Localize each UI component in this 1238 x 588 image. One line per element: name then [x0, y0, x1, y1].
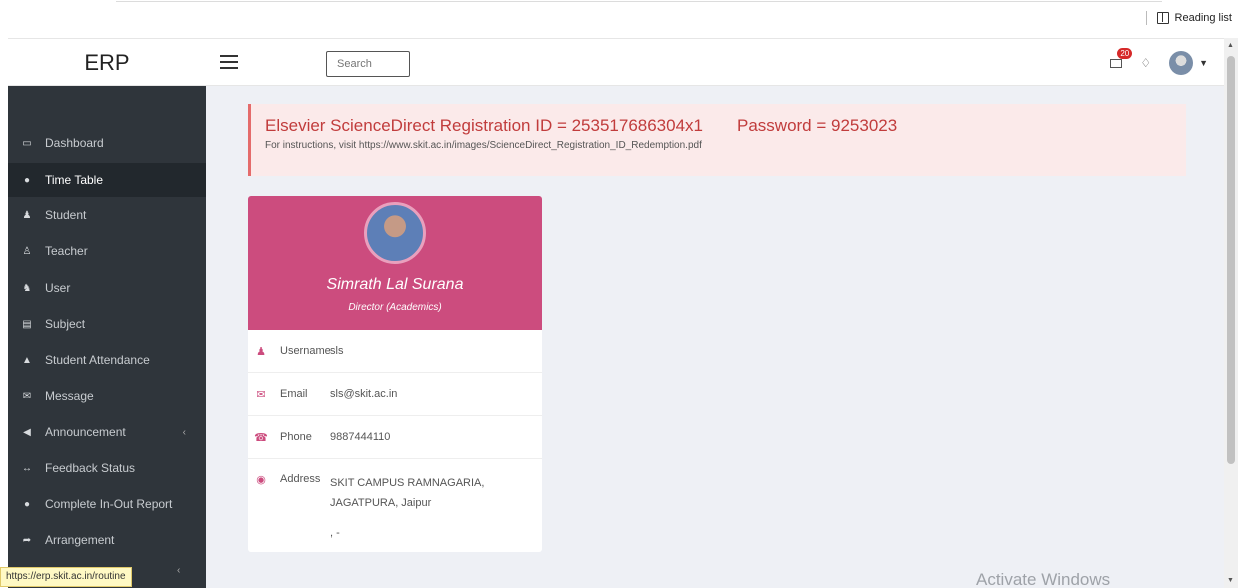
phone-label: Phone	[280, 431, 312, 443]
profile-avatar	[364, 202, 426, 264]
sidebar-item-label: Time Table	[45, 173, 104, 187]
sidebar-item-dashboard[interactable]: ▭ Dashboard	[8, 126, 206, 160]
sidebar-item-label: Student Attendance	[45, 353, 150, 367]
sidebar-item-label: Arrangement	[45, 533, 115, 547]
sidebar-item-complete-in-out-report[interactable]: ● Complete In-Out Report	[8, 487, 206, 521]
users-icon: ♞	[22, 282, 32, 294]
address-bar-edge	[116, 0, 1162, 2]
sidebar-item-feedback-status[interactable]: ↔ Feedback Status	[8, 451, 206, 485]
scroll-up-icon[interactable]: ▲	[1227, 42, 1234, 49]
sidebar-item-label: User	[45, 281, 71, 295]
phone-row: ☎ Phone 9887444110	[248, 416, 542, 459]
sidebar-item-label: Subject	[45, 317, 86, 331]
address-line-2: JAGATPURA, Jaipur	[330, 497, 432, 509]
user-icon: ♟	[22, 209, 32, 221]
address-line-1: SKIT CAMPUS RAMNAGARIA,	[330, 477, 485, 489]
reading-list-button[interactable]: Reading list	[1145, 11, 1232, 25]
sidebar-item-label: Complete In-Out Report	[45, 497, 173, 511]
sidebar-item-subject[interactable]: ▤ Subject	[8, 307, 206, 341]
top-navbar: ERP 20 ♢ ▼	[8, 38, 1224, 86]
profile-name: Simrath Lal Surana	[326, 276, 464, 293]
sitemap-icon: ▲	[22, 354, 32, 366]
scroll-thumb[interactable]	[1227, 56, 1235, 464]
reading-list-icon	[1156, 12, 1169, 24]
envelope-icon[interactable]: 20	[1110, 47, 1133, 68]
email-label: Email	[280, 388, 308, 400]
address-value: SKIT CAMPUS RAMNAGARIA, JAGATPURA, Jaipu…	[330, 473, 530, 543]
email-value: sls@skit.ac.in	[330, 388, 398, 400]
sidebar-item-label: Message	[45, 389, 94, 403]
sidebar: ▭ Dashboard ● Time Table ♟ Student ♙ Tea…	[8, 86, 206, 588]
address-row: ◉ Address SKIT CAMPUS RAMNAGARIA, JAGATP…	[248, 459, 542, 549]
sidebar-item-label: Feedback Status	[45, 461, 136, 475]
book-icon: ▤	[22, 318, 32, 330]
laptop-icon: ▭	[22, 137, 32, 149]
sidebar-item-user[interactable]: ♞ User	[8, 271, 206, 305]
sidebar-item-arrangement[interactable]: ➦ Arrangement	[8, 523, 206, 557]
bell-icon[interactable]: ♢	[1140, 56, 1151, 70]
address-label: Address	[280, 473, 321, 485]
email-row: ✉ Email sls@skit.ac.in	[248, 373, 542, 416]
phone-icon: ☎	[254, 431, 268, 444]
reading-list-label: Reading list	[1174, 12, 1232, 24]
navbar-right: 20 ♢ ▼	[1110, 39, 1208, 87]
phone-value: 9887444110	[330, 431, 391, 443]
search-input[interactable]	[326, 51, 410, 77]
toolbar-divider	[1145, 11, 1147, 25]
message-count-badge: 20	[1117, 47, 1133, 59]
globe-icon: ◉	[256, 474, 266, 486]
sidebar-item-time-table[interactable]: ● Time Table	[8, 163, 206, 197]
menu-toggle-icon[interactable]	[220, 55, 238, 69]
profile-card: Simrath Lal Surana Director (Academics) …	[248, 196, 542, 552]
circle-icon: ●	[23, 174, 31, 186]
registration-id-text: Elsevier ScienceDirect Registration ID =…	[265, 116, 703, 135]
user-icon: ♟	[256, 345, 266, 358]
chevron-down-icon[interactable]: ▼	[1199, 58, 1208, 68]
main-content: Elsevier ScienceDirect Registration ID =…	[206, 86, 1224, 588]
alert-title: Elsevier ScienceDirect Registration ID =…	[265, 116, 1172, 136]
registration-alert: Elsevier ScienceDirect Registration ID =…	[248, 104, 1186, 176]
page-scrollbar[interactable]: ▲ ▼	[1224, 38, 1238, 588]
circle-icon: ●	[23, 498, 31, 510]
sidebar-item-label: Student	[45, 208, 87, 222]
teacher-icon: ♙	[22, 245, 32, 257]
sidebar-item-announcement[interactable]: ◀ Announcement ‹	[8, 415, 206, 449]
sidebar-item-student-attendance[interactable]: ▲ Student Attendance	[8, 343, 206, 377]
chevron-left-icon[interactable]: ‹	[177, 565, 180, 576]
profile-role: Director (Academics)	[348, 302, 442, 313]
share-icon: ➦	[22, 534, 32, 546]
sidebar-item-label: Teacher	[45, 244, 88, 258]
sidebar-item-label: Dashboard	[45, 136, 104, 150]
sidebar-item-label: Announcement	[45, 425, 126, 439]
envelope-icon: ✉	[256, 388, 266, 401]
scroll-down-icon[interactable]: ▼	[1227, 577, 1234, 584]
arrows-icon: ↔	[22, 462, 32, 474]
brand-logo[interactable]: ERP	[8, 39, 206, 87]
user-avatar[interactable]	[1169, 51, 1194, 75]
username-row: ♟ Username sls	[248, 330, 542, 373]
sidebar-item-message[interactable]: ✉ Message	[8, 379, 206, 413]
sidebar-item-teacher[interactable]: ♙ Teacher	[8, 234, 206, 268]
alert-instructions: For instructions, visit https://www.skit…	[265, 140, 702, 151]
username-value: sls	[330, 345, 344, 357]
username-label: Username	[280, 345, 331, 357]
browser-toolbar: Reading list	[0, 0, 1238, 38]
address-line-3: , -	[330, 527, 340, 539]
password-text: Password = 9253023	[737, 116, 898, 135]
chevron-left-icon: ‹	[182, 426, 186, 438]
sidebar-item-student[interactable]: ♟ Student	[8, 198, 206, 232]
envelope-icon: ✉	[22, 390, 32, 402]
bullhorn-icon: ◀	[23, 426, 31, 438]
activate-windows-watermark: Activate Windows	[976, 570, 1111, 588]
profile-header: Simrath Lal Surana Director (Academics)	[248, 196, 542, 330]
status-bar-url: https://erp.skit.ac.in/routine	[0, 567, 132, 587]
